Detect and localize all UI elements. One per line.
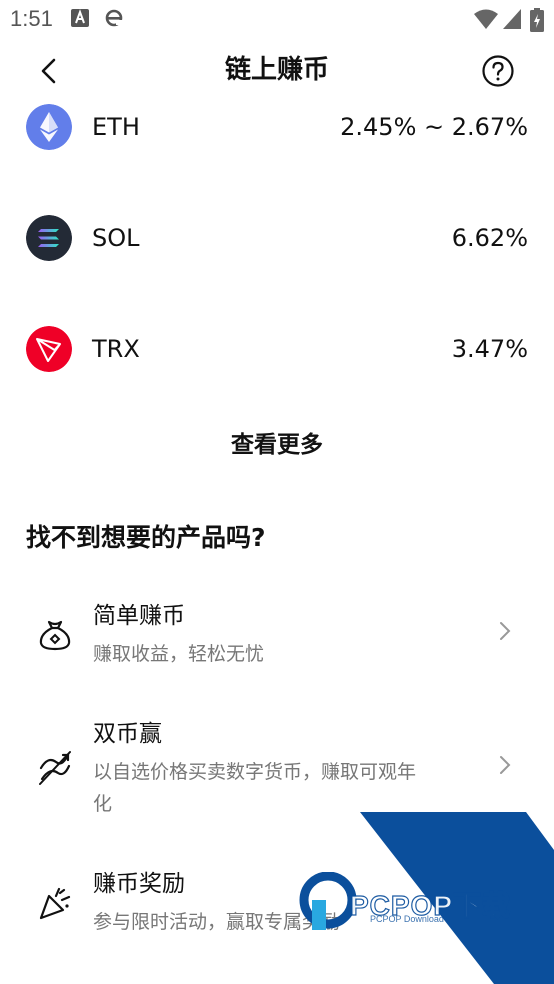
help-icon[interactable]	[481, 54, 515, 88]
party-popper-icon	[39, 887, 71, 920]
money-bag-icon	[39, 620, 71, 651]
dual-arrows-icon	[39, 751, 71, 785]
chevron-right-icon	[500, 756, 511, 774]
product-simple-earn[interactable]: 简单赚币 赚取收益，轻松无忧	[0, 598, 554, 678]
product-dual-investment[interactable]: 双币赢 以自选价格买卖数字货币，赚取可观年 化	[0, 716, 554, 820]
trx-logo-icon	[26, 326, 72, 372]
product-description: 赚取收益，轻松无忧	[93, 643, 265, 665]
coin-symbol: SOL	[92, 224, 140, 252]
notification-a-icon	[71, 9, 89, 27]
product-description-line-1: 以自选价格买卖数字货币，赚取可观年	[93, 761, 417, 783]
battery-icon	[530, 8, 544, 32]
product-name: 双币赢	[93, 721, 162, 747]
coin-row-eth[interactable]: ETH 2.45% ~ 2.67%	[0, 104, 554, 164]
coin-apy: 2.45% ~ 2.67%	[340, 113, 528, 141]
status-bar: 1:51	[0, 0, 554, 40]
wifi-icon	[474, 9, 498, 29]
coin-symbol: TRX	[92, 335, 140, 363]
coin-apy: 3.47%	[451, 335, 528, 363]
chevron-right-icon	[500, 622, 511, 640]
sol-logo-icon	[26, 215, 72, 261]
coin-row-trx[interactable]: TRX 3.47%	[0, 326, 554, 386]
browser-e-icon	[105, 9, 123, 27]
coin-apy: 6.62%	[451, 224, 528, 252]
header-bar: 链上赚币	[0, 40, 554, 102]
product-name: 简单赚币	[93, 603, 185, 629]
coin-row-sol[interactable]: SOL 6.62%	[0, 215, 554, 275]
section-title: 找不到想要的产品吗?	[26, 523, 266, 552]
product-earn-rewards[interactable]: 赚币奖励 参与限时活动，赢取专属奖励	[0, 866, 554, 946]
product-name: 赚币奖励	[93, 871, 185, 897]
product-description-line-2: 化	[93, 793, 113, 815]
page-title: 链上赚币	[224, 55, 329, 85]
status-time: 1:51	[10, 6, 53, 31]
view-more-button[interactable]: 查看更多	[0, 428, 554, 462]
coin-symbol: ETH	[92, 113, 140, 141]
eth-logo-icon	[26, 104, 72, 150]
product-description: 参与限时活动，赢取专属奖励	[93, 911, 341, 933]
signal-icon	[503, 9, 521, 29]
